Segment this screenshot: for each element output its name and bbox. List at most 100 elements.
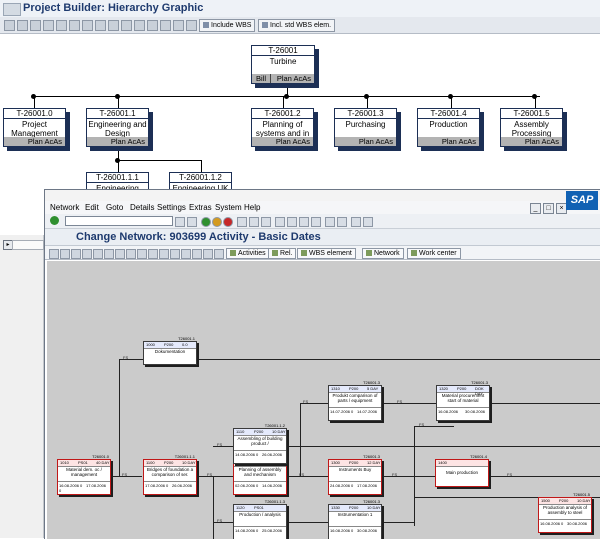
std-wbs-icon xyxy=(262,22,268,29)
first-page-icon[interactable] xyxy=(275,217,285,227)
detail-icon[interactable] xyxy=(181,249,191,259)
menu-system[interactable]: System xyxy=(215,202,242,213)
find-next-icon[interactable] xyxy=(261,217,271,227)
minimize-icon[interactable]: _ xyxy=(530,203,541,214)
activity-node[interactable]: T26001.0 1010 PS01 40 DAY Material dem. oc… xyxy=(57,454,111,495)
shortcut-icon[interactable] xyxy=(337,217,347,227)
menu-extras[interactable]: Extras xyxy=(189,202,212,213)
network-button[interactable]: Network xyxy=(362,248,404,259)
schedule-icon[interactable] xyxy=(203,249,213,259)
zoom-in-icon[interactable] xyxy=(17,20,28,31)
zoom-in-icon[interactable] xyxy=(49,249,59,259)
wbs-node[interactable]: T-26001.4 Production Plan AcAs xyxy=(417,108,480,147)
work-center-button[interactable]: Work center xyxy=(407,248,461,259)
details-icon[interactable] xyxy=(160,20,171,31)
activity-node[interactable]: T26001.3 1300 P200 12 DAY Instruments Buy … xyxy=(328,454,382,495)
menu-goto[interactable]: Goto xyxy=(106,202,125,213)
relations-button[interactable]: Rel. xyxy=(268,248,297,259)
overview-icon[interactable] xyxy=(43,20,54,31)
include-std-wbs-button[interactable]: Incl. std WBS elem. xyxy=(258,19,336,32)
activity-dates-row: 14.08.2006 0 26.06.2006 xyxy=(234,450,286,463)
activity-node[interactable]: T26001.1.2 1110 P200 10 DAY Assembling of … xyxy=(233,423,287,464)
print-icon[interactable] xyxy=(56,20,67,31)
menu-edit[interactable]: Edit xyxy=(85,202,101,213)
wbs-node[interactable]: T-26001.5 Assembly Processing Plan AcAs xyxy=(500,108,563,147)
include-wbs-button[interactable]: Include WBS xyxy=(199,19,256,32)
menu-network[interactable]: Network xyxy=(50,202,80,213)
activity-dates-row: 14.07.2006 0 14.07.2006 xyxy=(329,407,381,420)
dropdown-icon[interactable] xyxy=(175,217,185,227)
wbs-node[interactable]: T-26001.0 Project Management Plan AcAs xyxy=(3,108,66,147)
menu-help[interactable]: Help xyxy=(244,202,261,213)
activity-node[interactable]: T26001.2.1 1200P20010 DAY Planning of as… xyxy=(233,454,287,495)
zoom-out-icon[interactable] xyxy=(60,249,70,259)
sort-icon[interactable] xyxy=(159,249,169,259)
left-panel-scrollbar[interactable] xyxy=(12,240,44,250)
maximize-icon[interactable]: □ xyxy=(543,203,554,214)
activity-node[interactable]: T26001.1.1 1100 P200 10 DAY Bridges of fou… xyxy=(143,454,197,495)
activity-field: 24.08.2006 xyxy=(330,483,351,488)
menu-settings[interactable]: Settings xyxy=(157,202,186,213)
activity-node[interactable]: T26001.5 1500 P200 10 DAY Production analy… xyxy=(538,492,592,533)
select-icon[interactable] xyxy=(108,20,119,31)
last-page-icon[interactable] xyxy=(311,217,321,227)
overview-icon[interactable] xyxy=(71,249,81,259)
enter-icon[interactable] xyxy=(50,216,59,225)
next-page-icon[interactable] xyxy=(299,217,309,227)
wbs-node[interactable]: T-26001.2 Planning of systems and in Pla… xyxy=(251,108,314,147)
print-icon[interactable] xyxy=(237,217,247,227)
paste-icon[interactable] xyxy=(134,20,145,31)
activities-button[interactable]: Activities xyxy=(226,248,270,259)
refresh-icon[interactable] xyxy=(192,249,202,259)
activity-node[interactable]: T26001.1.3 1120 PS01 Production / analysi… xyxy=(233,499,287,539)
create-icon[interactable] xyxy=(104,249,114,259)
activity-field: PS01 xyxy=(78,460,88,465)
change-icon[interactable] xyxy=(115,249,125,259)
back-icon[interactable] xyxy=(201,217,211,227)
activity-node[interactable]: T26001.4 1400 Main production xyxy=(435,454,489,487)
legend-icon[interactable] xyxy=(93,249,103,259)
wbs-element-button[interactable]: WBS element xyxy=(297,248,356,259)
copy-icon[interactable] xyxy=(137,249,147,259)
exit-icon[interactable] xyxy=(212,217,222,227)
find-icon[interactable] xyxy=(249,217,259,227)
graphic-icon[interactable] xyxy=(82,249,92,259)
copy-icon[interactable] xyxy=(121,20,132,31)
network-icon xyxy=(366,250,372,257)
activity-node[interactable]: 1000 P200 0.0 Dokumentation T26001.1 xyxy=(143,336,197,365)
menu-details[interactable]: Details xyxy=(130,202,154,213)
cancel-icon[interactable] xyxy=(223,217,233,227)
layout-menu-icon[interactable] xyxy=(363,217,373,227)
costing-icon[interactable] xyxy=(214,249,224,259)
delete-icon[interactable] xyxy=(186,20,197,31)
wbs-node-root[interactable]: T-26001 Turbine Bill Plan AcAs xyxy=(251,45,315,84)
help-icon[interactable] xyxy=(351,217,361,227)
save-icon[interactable] xyxy=(187,217,197,227)
find-icon[interactable] xyxy=(147,20,158,31)
activity-header-row: 1110 P200 10 DAY xyxy=(234,429,286,436)
activity-field: 0 xyxy=(351,528,354,533)
relationship-line xyxy=(490,403,600,404)
collapse-icon[interactable] xyxy=(82,20,93,31)
refresh-icon[interactable] xyxy=(173,20,184,31)
wbs-node[interactable]: T-26001.3 Purchasing Plan AcAs xyxy=(334,108,397,147)
activity-node[interactable]: T26001.3 1320 P200 DOK DAY Material procur… xyxy=(436,380,490,421)
activity-field: 0 xyxy=(256,528,259,533)
delete-icon[interactable] xyxy=(126,249,136,259)
filter-icon[interactable] xyxy=(148,249,158,259)
activity-wbs-id: T26001.0 xyxy=(92,454,109,459)
expand-icon[interactable] xyxy=(69,20,80,31)
command-field[interactable] xyxy=(65,216,173,226)
back-icon[interactable] xyxy=(4,20,15,31)
previous-page-icon[interactable] xyxy=(287,217,297,227)
zoom-out-icon[interactable] xyxy=(30,20,41,31)
wbs-node[interactable]: T-26001.1 Engineering and Design Plan Ac… xyxy=(86,108,149,147)
relationship-line xyxy=(382,522,414,523)
activity-wbs-id: T26001.3 xyxy=(363,499,380,504)
activity-node[interactable]: T26001.3 1330 P200 10 DAY Instrumentation … xyxy=(328,499,382,539)
layout-icon[interactable] xyxy=(95,20,106,31)
activity-description: Production / analysis xyxy=(239,512,281,517)
new-session-icon[interactable] xyxy=(325,217,335,227)
activity-node[interactable]: T26001.3 1310 P200 5 DAY Produkt compariso… xyxy=(328,380,382,421)
settings-icon[interactable] xyxy=(170,249,180,259)
